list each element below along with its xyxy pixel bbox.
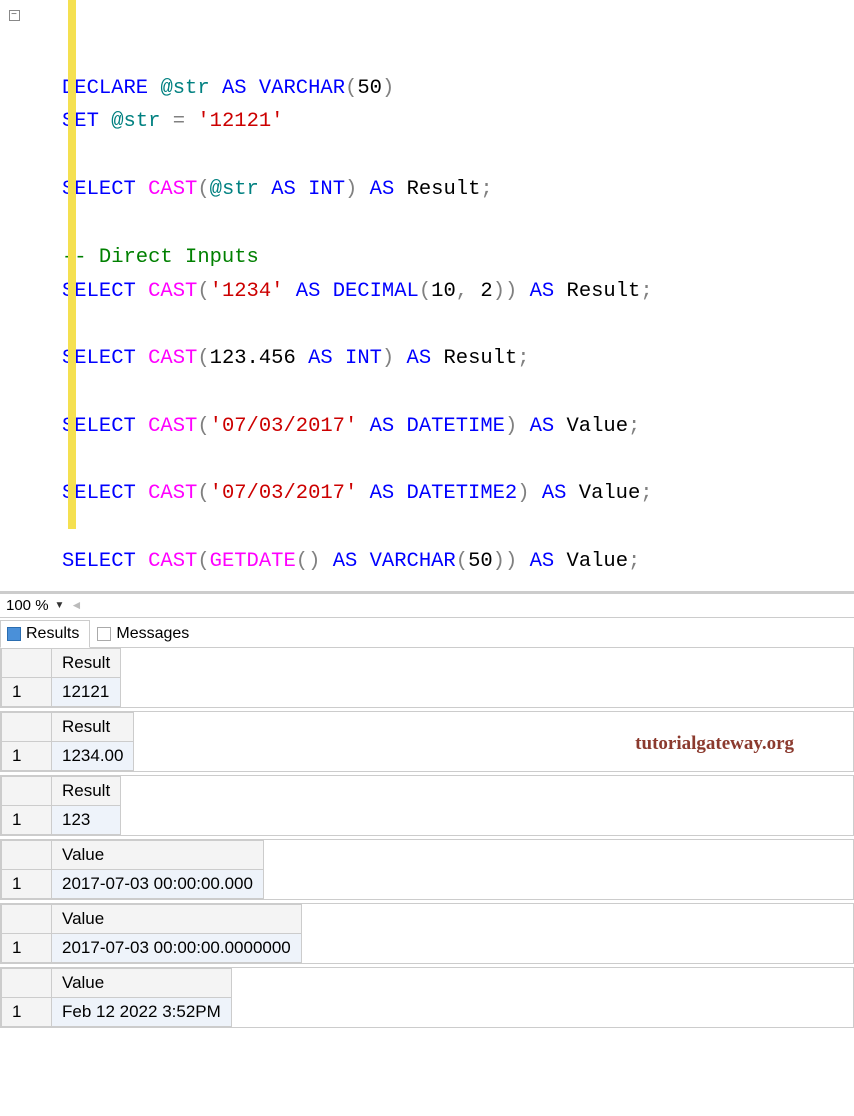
result-grid: Value 12017-07-03 00:00:00.000: [0, 839, 854, 900]
change-indicator-bar: [68, 0, 76, 529]
row-number[interactable]: 1: [2, 741, 52, 770]
table-corner: [2, 776, 52, 805]
result-table[interactable]: Result 1123: [1, 776, 121, 835]
dropdown-arrow-icon[interactable]: ▼: [55, 600, 65, 611]
comment-direct-inputs: -- Direct Inputs: [62, 246, 259, 269]
results-tabs: Results Messages: [0, 618, 854, 648]
paren-close: ): [382, 77, 394, 100]
zoom-bar: 100 % ▼ ◄: [0, 593, 854, 618]
results-pane: Result 112121 Result 11234.00 Result 112…: [0, 648, 854, 1028]
keyword-decimal: DECIMAL: [333, 280, 419, 303]
grid-icon: [7, 627, 21, 641]
keyword-int: INT: [308, 178, 345, 201]
column-header[interactable]: Value: [52, 840, 264, 869]
string-literal: '1234': [210, 280, 284, 303]
cell-value[interactable]: 2017-07-03 00:00:00.0000000: [52, 933, 302, 962]
result-table[interactable]: Result 112121: [1, 648, 121, 707]
row-number[interactable]: 1: [2, 805, 52, 834]
editor-gutter: −: [0, 0, 28, 591]
code-editor[interactable]: − DECLARE @str AS VARCHAR(50) SET @str =…: [0, 0, 854, 593]
tab-messages[interactable]: Messages: [90, 620, 200, 647]
column-header[interactable]: Value: [52, 904, 302, 933]
result-table[interactable]: Value 12017-07-03 00:00:00.0000000: [1, 904, 302, 963]
number-literal: 123.456: [210, 347, 296, 370]
table-corner: [2, 968, 52, 997]
keyword-datetime2: DATETIME2: [407, 482, 518, 505]
column-header[interactable]: Value: [52, 968, 232, 997]
result-table[interactable]: Value 1Feb 12 2022 3:52PM: [1, 968, 232, 1027]
code-text[interactable]: DECLARE @str AS VARCHAR(50) SET @str = '…: [28, 0, 653, 591]
cell-value[interactable]: 12121: [52, 677, 121, 706]
result-grid: Result 112121: [0, 648, 854, 708]
tab-messages-label: Messages: [116, 625, 189, 643]
variable-str: @str: [210, 178, 259, 201]
watermark-text: tutorialgateway.org: [635, 733, 794, 755]
zoom-level[interactable]: 100 %: [6, 597, 49, 614]
alias-value: Value: [566, 415, 628, 438]
row-number[interactable]: 1: [2, 869, 52, 898]
column-header[interactable]: Result: [52, 776, 121, 805]
result-grid: Value 1Feb 12 2022 3:52PM: [0, 967, 854, 1028]
cell-value[interactable]: 123: [52, 805, 121, 834]
table-corner: [2, 904, 52, 933]
result-table[interactable]: Result 11234.00: [1, 712, 134, 771]
cell-value[interactable]: Feb 12 2022 3:52PM: [52, 997, 232, 1026]
document-icon: [97, 627, 111, 641]
keyword-as: AS: [222, 77, 247, 100]
row-number[interactable]: 1: [2, 933, 52, 962]
column-header[interactable]: Result: [52, 712, 134, 741]
keyword-datetime: DATETIME: [407, 415, 505, 438]
cell-value[interactable]: 1234.00: [52, 741, 134, 770]
variable-str: @str: [111, 110, 160, 133]
horizontal-scrollbar[interactable]: [88, 598, 848, 612]
table-corner: [2, 648, 52, 677]
chevron-left-icon[interactable]: ◄: [70, 598, 82, 612]
alias-result: Result: [407, 178, 481, 201]
result-grid: Value 12017-07-03 00:00:00.0000000: [0, 903, 854, 964]
function-cast: CAST: [148, 178, 197, 201]
result-grid: Result 1123: [0, 775, 854, 836]
tab-results-label: Results: [26, 625, 79, 643]
string-literal: '12121': [197, 110, 283, 133]
keyword-varchar: VARCHAR: [259, 77, 345, 100]
table-corner: [2, 712, 52, 741]
number-50: 50: [357, 77, 382, 100]
paren-open: (: [345, 77, 357, 100]
operator-eq: =: [173, 110, 185, 133]
collapse-toggle-icon[interactable]: −: [9, 10, 20, 21]
row-number[interactable]: 1: [2, 677, 52, 706]
row-number[interactable]: 1: [2, 997, 52, 1026]
table-corner: [2, 840, 52, 869]
cell-value[interactable]: 2017-07-03 00:00:00.000: [52, 869, 264, 898]
result-table[interactable]: Value 12017-07-03 00:00:00.000: [1, 840, 264, 899]
string-literal: '07/03/2017': [210, 415, 358, 438]
column-header[interactable]: Result: [52, 648, 121, 677]
tab-results[interactable]: Results: [0, 620, 90, 648]
variable-str: @str: [160, 77, 209, 100]
function-getdate: GETDATE: [210, 550, 296, 573]
